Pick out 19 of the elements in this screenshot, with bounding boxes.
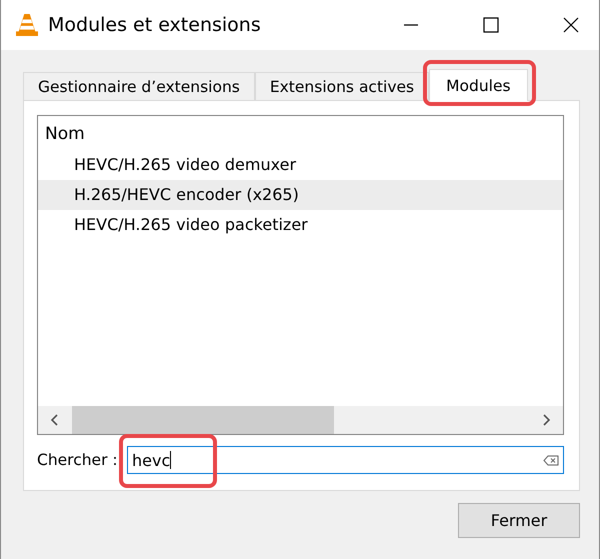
clear-icon[interactable] bbox=[543, 454, 559, 466]
tab[interactable]: Extensions actives bbox=[254, 72, 430, 100]
list-item[interactable]: HEVC/H.265 video packetizer bbox=[38, 210, 563, 240]
column-header[interactable]: Nom bbox=[38, 116, 563, 150]
scroll-left-icon[interactable] bbox=[50, 414, 60, 426]
tab[interactable]: Modules bbox=[429, 69, 528, 101]
search-label: Chercher : bbox=[37, 451, 119, 469]
maximize-icon[interactable] bbox=[483, 17, 499, 33]
search-field[interactable]: hevc bbox=[127, 446, 564, 474]
horizontal-scrollbar[interactable] bbox=[38, 406, 563, 434]
tab[interactable]: Gestionnaire d’extensions bbox=[23, 72, 255, 100]
window-title: Modules et extensions bbox=[48, 14, 261, 36]
list-item[interactable]: H.265/HEVC encoder (x265) bbox=[38, 180, 563, 210]
cone-icon bbox=[16, 13, 38, 37]
list-item[interactable]: HEVC/H.265 video demuxer bbox=[38, 150, 563, 180]
scrollbar-thumb[interactable] bbox=[72, 406, 334, 434]
scroll-right-icon[interactable] bbox=[541, 414, 551, 426]
close-icon[interactable] bbox=[563, 17, 579, 33]
close-button[interactable]: Fermer bbox=[458, 503, 580, 538]
